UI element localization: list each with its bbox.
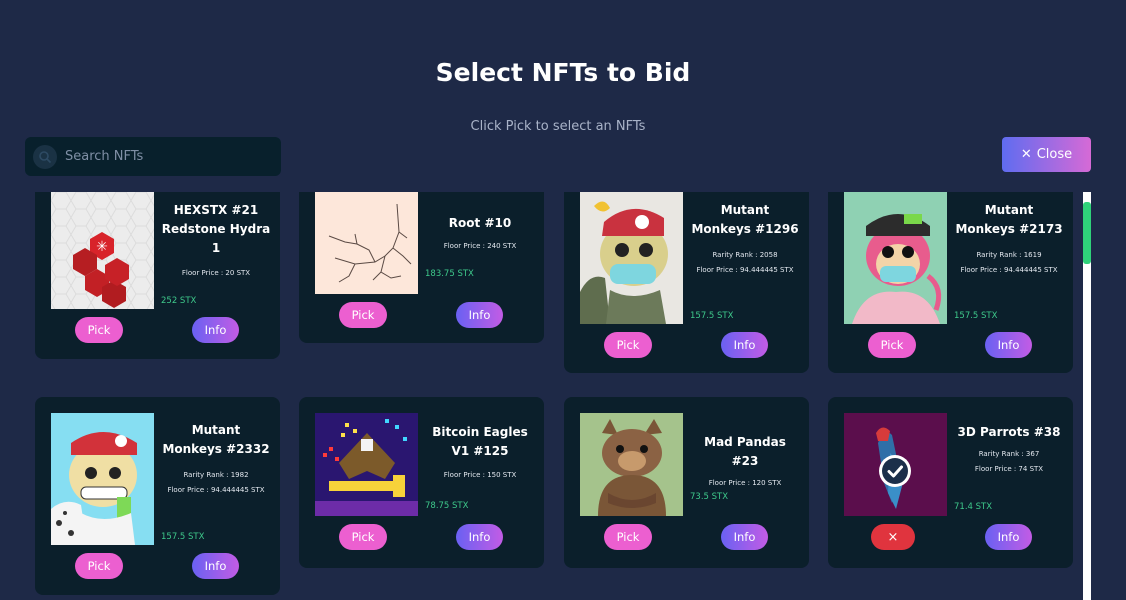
nft-rarity-rank: Rarity Rank : 1619 — [976, 251, 1042, 259]
pick-button[interactable]: Pick — [339, 524, 387, 550]
nft-name: Bitcoin Eagles V1 #125 — [432, 425, 528, 458]
info-button[interactable]: Info — [192, 317, 239, 343]
svg-text:✳: ✳ — [96, 239, 108, 255]
nft-floor-price: Floor Price : 120 STX — [708, 479, 782, 487]
nft-floor-price: Floor Price : 94.444445 STX — [696, 266, 794, 274]
nft-card-selected: 3D Parrots #38 Rarity Rank : 367 Floor P… — [828, 397, 1073, 568]
info-button[interactable]: Info — [456, 524, 503, 550]
remove-button[interactable]: × — [871, 524, 915, 550]
info-button[interactable]: Info — [721, 332, 768, 358]
info-button[interactable]: Info — [192, 553, 239, 579]
nft-price: 252 STX — [161, 296, 197, 306]
nft-card: Mutant Monkeys #1296 Rarity Rank : 2058 … — [564, 192, 809, 373]
nft-image — [580, 413, 683, 516]
nft-image — [844, 192, 947, 324]
nft-card: Mutant Monkeys #2332 Rarity Rank : 1982 … — [35, 397, 280, 595]
close-icon: ✕ — [1020, 147, 1032, 162]
nft-info: Mutant Monkeys #1296 Rarity Rank : 2058 … — [690, 201, 800, 276]
nft-info: Mad Pandas #23 Floor Price : 120 STX — [690, 433, 800, 489]
info-button[interactable]: Info — [985, 524, 1032, 550]
nft-floor-price: Floor Price : 150 STX — [443, 471, 517, 479]
nft-grid[interactable]: ✳ HEXSTX #21 Redstone Hydra 1 Floor Pric… — [0, 192, 1126, 600]
nft-floor-price: Floor Price : 94.444445 STX — [167, 486, 265, 494]
check-icon — [879, 455, 911, 487]
nft-price: 78.75 STX — [425, 501, 469, 511]
nft-floor-price: Floor Price : 20 STX — [181, 269, 251, 277]
close-button[interactable]: ✕ Close — [1002, 137, 1091, 172]
pick-button[interactable]: Pick — [339, 302, 387, 328]
nft-info: Mutant Monkeys #2173 Rarity Rank : 1619 … — [954, 201, 1064, 276]
nft-name: 3D Parrots #38 — [957, 425, 1061, 439]
nft-rarity-rank: Rarity Rank : 2058 — [712, 251, 778, 259]
nft-price: 71.4 STX — [954, 502, 993, 512]
nft-image — [580, 192, 683, 324]
nft-price: 73.5 STX — [690, 492, 729, 502]
nft-name: HEXSTX #21 Redstone Hydra 1 — [161, 203, 271, 255]
close-button-label: Close — [1036, 147, 1073, 162]
pick-button[interactable]: Pick — [75, 553, 123, 579]
pick-button[interactable]: Pick — [868, 332, 916, 358]
modal-subtitle: Click Pick to select an NFTs — [470, 119, 646, 134]
nft-name: Mutant Monkeys #2173 — [955, 203, 1063, 236]
nft-price: 157.5 STX — [954, 311, 998, 321]
search-box[interactable] — [25, 137, 281, 176]
nft-image — [844, 413, 947, 516]
nft-info: Root #10 Floor Price : 240 STX — [425, 214, 535, 252]
nft-price: 183.75 STX — [425, 269, 474, 279]
nft-price: 157.5 STX — [161, 532, 205, 542]
nft-image — [51, 413, 154, 545]
nft-info: 3D Parrots #38 Rarity Rank : 367 Floor P… — [954, 423, 1064, 475]
nft-image — [315, 413, 418, 516]
pick-button[interactable]: Pick — [604, 332, 652, 358]
nft-card: Bitcoin Eagles V1 #125 Floor Price : 150… — [299, 397, 544, 568]
nft-rarity-rank: Rarity Rank : 1982 — [183, 471, 249, 479]
nft-image: ✳ — [51, 192, 154, 309]
nft-floor-price: Floor Price : 94.444445 STX — [960, 266, 1058, 274]
search-input[interactable] — [65, 146, 270, 166]
nft-name: Root #10 — [448, 216, 512, 230]
nft-floor-price: Floor Price : 240 STX — [443, 242, 517, 250]
nft-card: Root #10 Floor Price : 240 STX 183.75 ST… — [299, 192, 544, 343]
nft-card: Mad Pandas #23 Floor Price : 120 STX 73.… — [564, 397, 809, 568]
info-button[interactable]: Info — [721, 524, 768, 550]
info-button[interactable]: Info — [985, 332, 1032, 358]
nft-card: ✳ HEXSTX #21 Redstone Hydra 1 Floor Pric… — [35, 192, 280, 359]
scrollbar-thumb[interactable] — [1083, 202, 1091, 264]
nft-info: Bitcoin Eagles V1 #125 Floor Price : 150… — [425, 423, 535, 481]
nft-name: Mutant Monkeys #1296 — [691, 203, 799, 236]
nft-name: Mutant Monkeys #2332 — [162, 423, 270, 456]
nft-card: Mutant Monkeys #2173 Rarity Rank : 1619 … — [828, 192, 1073, 373]
nft-info: HEXSTX #21 Redstone Hydra 1 Floor Price … — [161, 201, 271, 279]
nft-image — [315, 192, 418, 294]
nft-info: Mutant Monkeys #2332 Rarity Rank : 1982 … — [161, 421, 271, 496]
modal-title: Select NFTs to Bid — [435, 58, 691, 87]
pick-button[interactable]: Pick — [604, 524, 652, 550]
pick-button[interactable]: Pick — [75, 317, 123, 343]
search-icon — [33, 145, 57, 169]
nft-name: Mad Pandas #23 — [704, 435, 786, 468]
nft-floor-price: Floor Price : 74 STX — [974, 465, 1044, 473]
nft-price: 157.5 STX — [690, 311, 734, 321]
nft-rarity-rank: Rarity Rank : 367 — [978, 450, 1040, 458]
info-button[interactable]: Info — [456, 302, 503, 328]
